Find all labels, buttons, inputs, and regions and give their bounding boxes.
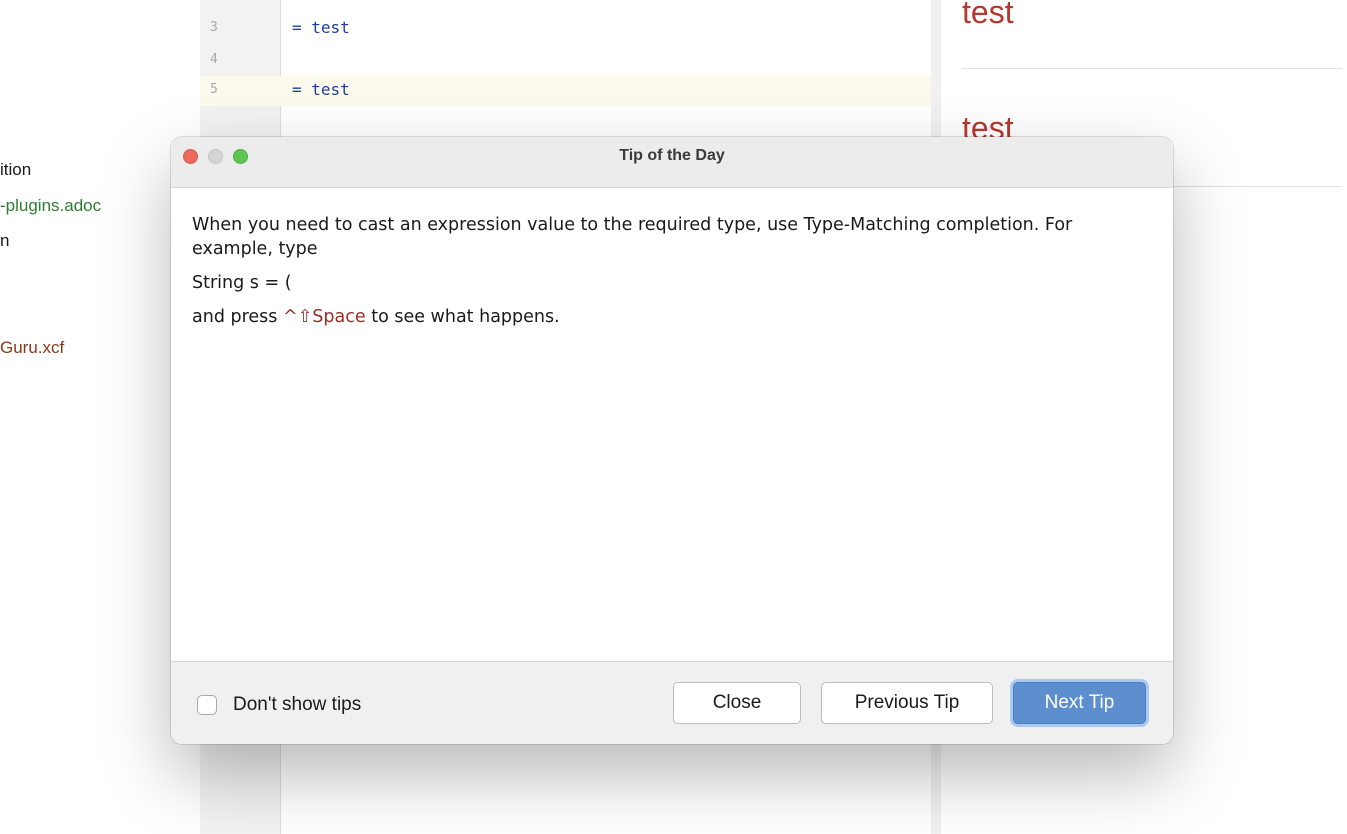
line-number: 3 bbox=[210, 20, 218, 35]
line-code: = test bbox=[292, 80, 350, 99]
dont-show-tips-checkbox[interactable] bbox=[197, 695, 217, 715]
tree-item[interactable]: -plugins.adoc bbox=[0, 196, 101, 216]
editor-line[interactable]: 4 bbox=[200, 46, 931, 76]
dialog-title: Tip of the Day bbox=[619, 147, 725, 164]
previous-tip-button[interactable]: Previous Tip bbox=[821, 682, 993, 724]
close-button[interactable]: Close bbox=[673, 682, 801, 724]
tip-shortcut: ^⇧Space bbox=[282, 307, 366, 327]
line-code: = test bbox=[292, 18, 350, 37]
tip-code-example: String s = ( bbox=[192, 273, 292, 293]
line-number: 5 bbox=[210, 82, 218, 97]
tip-of-the-day-dialog: Tip of the Day When you need to cast an … bbox=[171, 137, 1173, 744]
editor-line[interactable]: 3 = test bbox=[200, 14, 931, 44]
tree-item[interactable]: ition bbox=[0, 160, 31, 180]
dialog-titlebar[interactable]: Tip of the Day bbox=[171, 137, 1173, 188]
dialog-footer: Don't show tips Close Previous Tip Next … bbox=[171, 661, 1173, 744]
tip-text: and press bbox=[192, 307, 283, 327]
editor-line-current[interactable]: 5 = test bbox=[200, 76, 931, 106]
tip-paragraph: When you need to cast an expression valu… bbox=[192, 215, 1073, 259]
preview-heading: test bbox=[962, 0, 1014, 30]
tip-content: When you need to cast an expression valu… bbox=[192, 213, 1092, 339]
line-number: 4 bbox=[210, 52, 218, 67]
preview-divider bbox=[962, 68, 1342, 69]
dont-show-tips-option[interactable]: Don't show tips bbox=[197, 694, 361, 716]
tip-paragraph: and press ^⇧Space to see what happens. bbox=[192, 305, 1092, 329]
tip-text: to see what happens. bbox=[365, 307, 560, 327]
tree-item[interactable]: Guru.xcf bbox=[0, 338, 64, 358]
next-tip-button[interactable]: Next Tip bbox=[1013, 682, 1146, 724]
dont-show-tips-label[interactable]: Don't show tips bbox=[233, 694, 361, 716]
tree-item[interactable]: n bbox=[0, 231, 9, 251]
